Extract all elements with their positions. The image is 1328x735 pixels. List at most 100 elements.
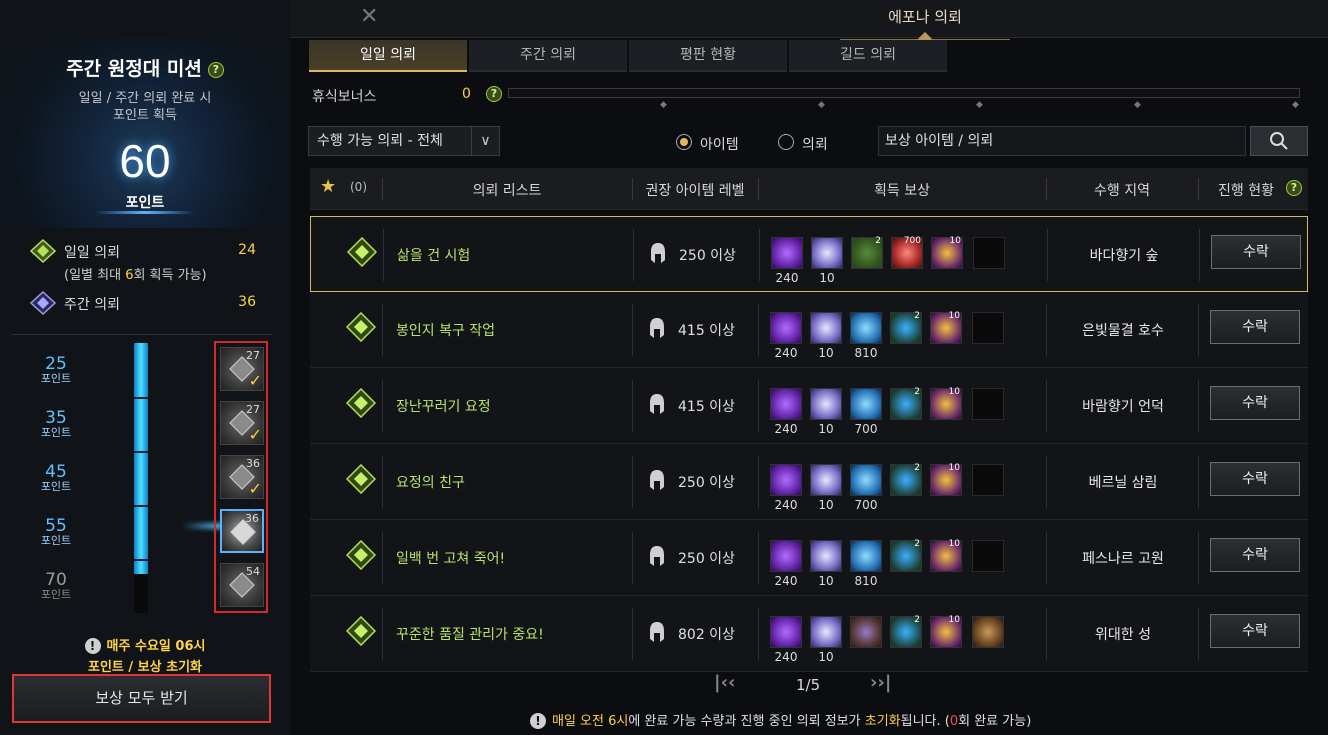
reward-empty-icon[interactable] bbox=[972, 312, 1004, 344]
reward-gold-icon[interactable]: 10 bbox=[930, 311, 962, 344]
reward-badge: 10 bbox=[948, 387, 960, 397]
daily-quest-icon bbox=[345, 539, 377, 574]
reward-count: 10 bbox=[818, 422, 834, 436]
reward-blue-item-icon[interactable]: 2 bbox=[890, 463, 922, 496]
reward-gold-icon[interactable]: 10 bbox=[931, 236, 963, 269]
reward-purple-icon[interactable] bbox=[770, 616, 802, 648]
accept-button[interactable]: 수락 bbox=[1210, 462, 1300, 496]
reward-diamond-icon[interactable] bbox=[810, 464, 842, 496]
reward-gold-icon[interactable]: 10 bbox=[930, 615, 962, 648]
reward-crystal-icon[interactable] bbox=[850, 312, 882, 344]
tier-reward-slot-current[interactable]: 36 bbox=[220, 509, 264, 553]
reward-empty-icon[interactable] bbox=[972, 464, 1004, 496]
last-page-icon[interactable]: ››| bbox=[870, 672, 891, 693]
reward-crystal-icon[interactable] bbox=[850, 540, 882, 572]
quest-filter-select[interactable]: 수행 가능 의뢰 - 전체 ∨ bbox=[308, 126, 500, 156]
mission-title-row: 주간 원정대 미션? bbox=[0, 54, 290, 81]
reward-gold-icon[interactable]: 10 bbox=[930, 387, 962, 420]
reward-gold-icon[interactable]: 10 bbox=[930, 463, 962, 496]
help-icon[interactable]: ? bbox=[207, 62, 224, 78]
tier-reward-slot[interactable]: 27 ✓ bbox=[220, 347, 264, 391]
helmet-icon bbox=[649, 242, 667, 268]
quest-row[interactable]: 일백 번 고쳐 죽어! 250 이상 페스나르 고원 수락 240 10 810 2 10 bbox=[310, 520, 1308, 596]
reward-diamond-icon[interactable] bbox=[810, 388, 842, 420]
reward-empty-icon[interactable] bbox=[972, 540, 1004, 572]
tab-daily[interactable]: 일일 의뢰 bbox=[309, 40, 467, 72]
recommended-level: 415 이상 bbox=[678, 323, 735, 339]
reward-count: 10 bbox=[819, 271, 835, 285]
points-gauge-fill bbox=[134, 343, 148, 574]
tier-reward-slot[interactable]: 54 bbox=[220, 563, 264, 607]
tier-reward-slot[interactable]: 27 ✓ bbox=[220, 401, 264, 445]
quest-table-header: ★ (0) 의뢰 리스트 권장 아이템 레벨 획득 보상 수행 지역 진행 현황… bbox=[310, 168, 1308, 210]
quest-row[interactable]: 봉인지 복구 작업 415 이상 은빛물결 호수 수락 240 10 810 2 10 bbox=[310, 292, 1308, 368]
reward-badge: 700 bbox=[903, 236, 921, 246]
favorite-count: (0) bbox=[350, 180, 367, 194]
reward-diamond-icon[interactable] bbox=[810, 616, 842, 648]
accept-button[interactable]: 수락 bbox=[1210, 386, 1300, 420]
search-input[interactable]: 보상 아이템 / 의뢰 bbox=[878, 126, 1246, 156]
header-status: 진행 현황 bbox=[1218, 183, 1274, 199]
reward-diamond-icon[interactable] bbox=[810, 312, 842, 344]
reward-purple-icon[interactable] bbox=[770, 540, 802, 572]
reward-diamond-icon[interactable] bbox=[810, 540, 842, 572]
reward-badge: 10 bbox=[949, 236, 961, 246]
reward-chest-icon[interactable] bbox=[972, 616, 1004, 648]
rest-tick-icon: ◆ bbox=[1292, 100, 1299, 110]
reward-empty-icon[interactable] bbox=[972, 388, 1004, 420]
reward-red-icon[interactable]: 700 bbox=[891, 236, 923, 269]
quest-name: 꾸준한 품질 관리가 중요! bbox=[396, 627, 544, 643]
reward-badge: 10 bbox=[948, 615, 960, 625]
helmet-icon bbox=[648, 393, 666, 419]
reward-empty-icon[interactable] bbox=[973, 237, 1005, 269]
quest-row[interactable]: 장난꾸러기 요정 415 이상 바람향기 언덕 수락 240 10 700 2 10 bbox=[310, 368, 1308, 444]
reward-gold-icon[interactable]: 10 bbox=[930, 539, 962, 572]
help-icon[interactable]: ? bbox=[486, 86, 502, 102]
tab-weekly[interactable]: 주간 의뢰 bbox=[469, 40, 627, 72]
reward-purple-icon[interactable] bbox=[770, 464, 802, 496]
daily-quest-icon bbox=[345, 463, 377, 498]
tier-25: 25 포인트 bbox=[40, 354, 72, 385]
reward-blue-item-icon[interactable]: 2 bbox=[890, 539, 922, 572]
accept-button[interactable]: 수락 bbox=[1210, 538, 1300, 572]
first-page-icon[interactable]: |‹‹ bbox=[714, 672, 735, 693]
rest-tick-icon: ◆ bbox=[660, 100, 667, 110]
check-icon: ✓ bbox=[248, 479, 262, 498]
claim-all-rewards-button[interactable]: 보상 모두 받기 bbox=[12, 674, 271, 723]
accept-button[interactable]: 수락 bbox=[1210, 310, 1300, 344]
close-icon[interactable]: ✕ bbox=[360, 4, 378, 29]
reward-badge: 10 bbox=[948, 463, 960, 473]
help-icon[interactable]: ? bbox=[1286, 180, 1302, 196]
tab-reputation[interactable]: 평판 현황 bbox=[629, 40, 787, 72]
reward-green-icon[interactable]: 2 bbox=[851, 236, 883, 269]
page-indicator: 1/5 bbox=[796, 676, 821, 694]
reward-ore-icon[interactable] bbox=[850, 616, 882, 648]
tab-guild[interactable]: 길드 의뢰 bbox=[789, 40, 947, 72]
quest-row[interactable]: 꾸준한 품질 관리가 중요! 802 이상 위대한 성 수락 240 10 2 10 bbox=[310, 596, 1308, 672]
reward-crystal-icon[interactable] bbox=[850, 388, 882, 420]
mission-title: 주간 원정대 미션 bbox=[66, 58, 202, 80]
reward-blue-item-icon[interactable]: 2 bbox=[890, 311, 922, 344]
reward-purple-icon[interactable] bbox=[771, 237, 803, 269]
quest-row[interactable]: 요정의 친구 250 이상 베르닐 삼림 수락 240 10 700 2 10 bbox=[310, 444, 1308, 520]
quest-row[interactable]: 삶을 건 시험 250 이상 바다향기 숲 수락 240 10 2 700 10 bbox=[310, 216, 1308, 292]
reward-crystal-icon[interactable] bbox=[850, 464, 882, 496]
accept-button[interactable]: 수락 bbox=[1210, 614, 1300, 648]
quest-name: 장난꾸러기 요정 bbox=[396, 399, 491, 415]
search-button[interactable] bbox=[1250, 126, 1308, 156]
reward-count: 10 bbox=[818, 346, 834, 360]
reward-purple-icon[interactable] bbox=[770, 388, 802, 420]
accept-button[interactable]: 수락 bbox=[1211, 235, 1301, 269]
weekly-quest-value: 36 bbox=[238, 294, 256, 310]
reward-blue-item-icon[interactable]: 2 bbox=[890, 615, 922, 648]
mission-description: 일일 / 주간 의뢰 완료 시 포인트 획득 bbox=[0, 90, 290, 124]
reward-diamond-icon[interactable] bbox=[811, 237, 843, 269]
tier-reward-slot[interactable]: 36 ✓ bbox=[220, 455, 264, 499]
reward-purple-icon[interactable] bbox=[770, 312, 802, 344]
reward-count: 810 bbox=[854, 346, 878, 360]
rest-bonus-label: 휴식보너스 bbox=[312, 89, 377, 105]
daily-quest-icon bbox=[346, 236, 378, 271]
favorite-star-icon[interactable]: ★ bbox=[320, 176, 336, 197]
reward-blue-item-icon[interactable]: 2 bbox=[890, 387, 922, 420]
recommended-level: 250 이상 bbox=[678, 551, 735, 567]
